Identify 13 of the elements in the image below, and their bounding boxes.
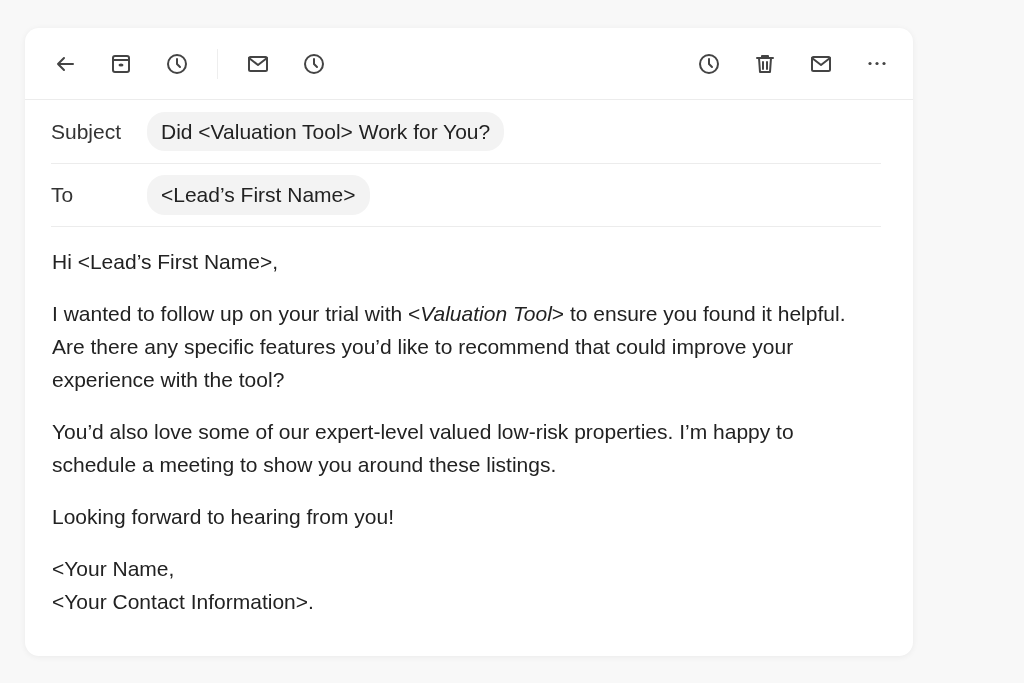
field-label: Subject [51,118,123,145]
more-icon [867,61,887,66]
subject-field[interactable]: Did <Valuation Tool> Work for You? [147,111,505,152]
clock-icon [697,51,721,76]
clock-icon [302,51,326,76]
body-paragraph: Looking forward to hearing from you! [52,504,396,530]
clock-icon [165,51,189,76]
body-paragraph: I wanted to follow up on your trial with <Valuation Tool> to ensure you found it helpful. Are there any specific features you’d like to recommend that could improve your experience with the tool? [52,301,847,393]
field-label: To [51,182,75,209]
body-paragraph: You’d also love some of our expert-level valued low-risk properties. I’m happy to schedule a meeting to show you around these listings. [52,419,795,478]
body-paragraph: Hi <Lead’s First Name>, [52,249,280,275]
signature: <Your Name, <Your Contact Information>. [52,556,315,615]
recipient-chip[interactable]: <Lead’s First Name> [147,175,370,215]
